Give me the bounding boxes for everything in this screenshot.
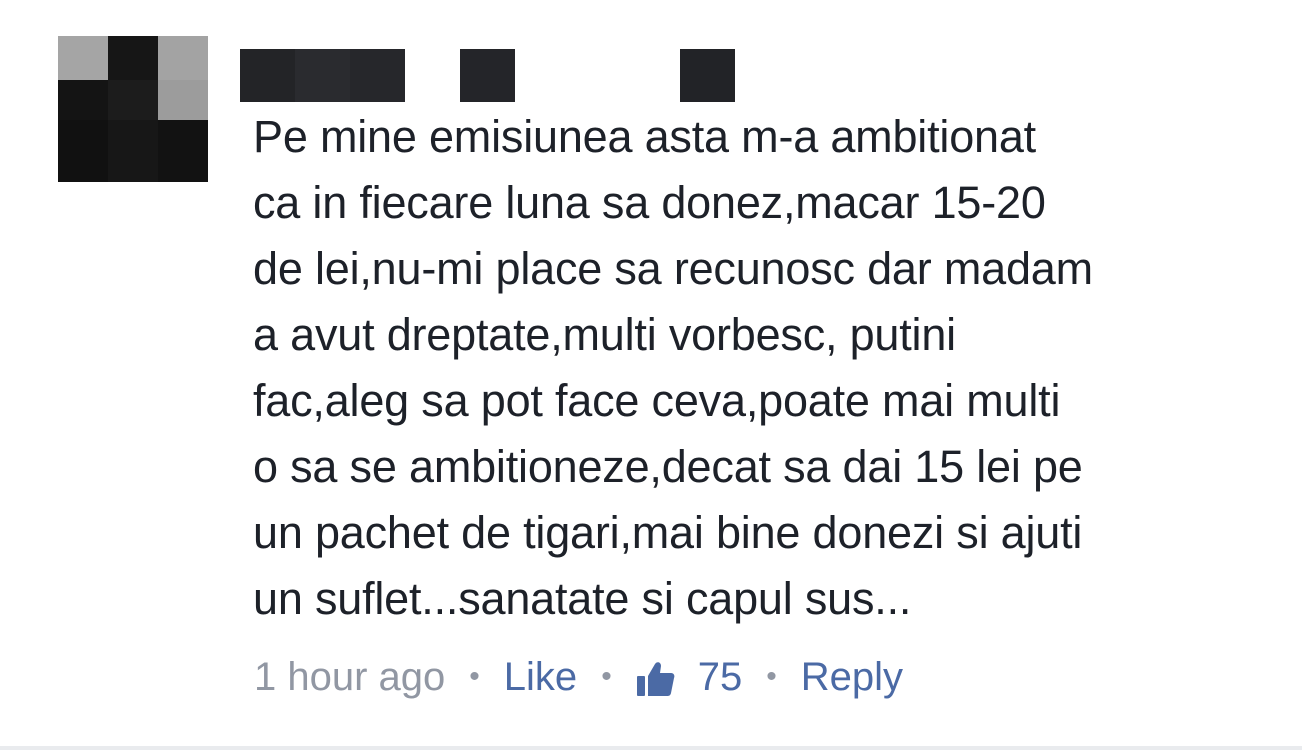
- comment-body-line: a avut dreptate,multi vorbesc, putini: [253, 309, 956, 360]
- author-name-pixel: [680, 49, 735, 102]
- author-name-pixel: [350, 49, 405, 102]
- separator-dot: •: [601, 660, 612, 693]
- avatar-pixel: [58, 120, 108, 182]
- avatar-pixel: [58, 36, 108, 80]
- avatar-pixel: [158, 80, 208, 120]
- avatar-pixel: [108, 80, 158, 120]
- avatar-pixel: [108, 36, 158, 80]
- avatar[interactable]: [58, 36, 208, 182]
- avatar-pixel: [158, 36, 208, 80]
- comment-actions: 1 hour ago • Like • 75 • Reply: [254, 650, 903, 704]
- comment-body-line: fac,aleg sa pot face ceva,poate mai mult…: [253, 375, 1061, 426]
- comment-body-line: un suflet...sanatate si capul sus...: [253, 573, 912, 624]
- reply-button[interactable]: Reply: [801, 655, 903, 700]
- comment-body: Pe mine emisiunea asta m-a ambitionat ca…: [253, 104, 1253, 632]
- bottom-divider: [0, 746, 1302, 750]
- author-name-pixel: [240, 49, 295, 102]
- like-button[interactable]: Like: [504, 655, 577, 700]
- separator-dot: •: [766, 660, 777, 693]
- author-name[interactable]: [240, 49, 735, 102]
- avatar-pixel: [108, 120, 158, 182]
- comment: Pe mine emisiunea asta m-a ambitionat ca…: [0, 0, 1302, 750]
- timestamp[interactable]: 1 hour ago: [254, 655, 445, 700]
- author-name-pixel: [460, 49, 515, 102]
- avatar-pixel: [58, 80, 108, 120]
- author-name-pixel: [295, 49, 350, 102]
- comment-body-line: Pe mine emisiunea asta m-a ambitionat: [253, 111, 1036, 162]
- comment-body-line: de lei,nu-mi place sa recunosc dar madam: [253, 243, 1093, 294]
- separator-dot: •: [469, 660, 480, 693]
- comment-body-line: o sa se ambitioneze,decat sa dai 15 lei …: [253, 441, 1083, 492]
- avatar-pixel: [158, 120, 208, 182]
- comment-body-line: ca in fiecare luna sa donez,macar 15-20: [253, 177, 1046, 228]
- comment-body-line: un pachet de tigari,mai bine donezi si a…: [253, 507, 1083, 558]
- like-count[interactable]: 75: [698, 655, 743, 700]
- thumbs-up-icon[interactable]: [636, 661, 676, 697]
